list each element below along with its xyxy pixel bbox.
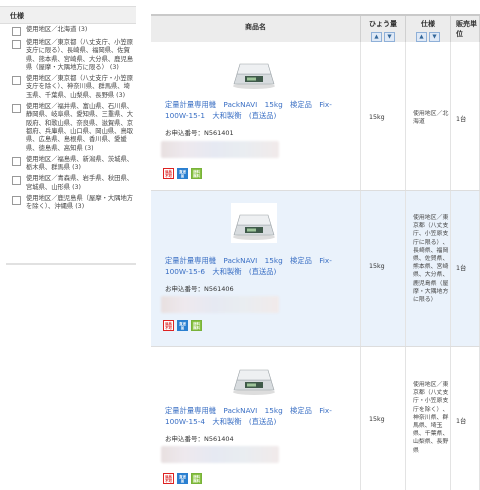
unit-cell: 1台 [451,191,480,346]
blurred-price-area [161,141,279,158]
product-cell: 定量計量専用機 PackNAVI 15kg 検定品 Fix-100W-15-1 … [151,42,361,190]
column-header-unit: 販売単位 [451,16,480,42]
filter-label[interactable]: 使用地区／青森県、岩手県、秋田県、宮城県、山形県 (3) [26,175,134,192]
spec-value: 使用地区／東京都（八丈支庁・小笠原支庁を除く）、神奈川県、群馬県、埼玉県、千葉県… [413,382,449,454]
free-shipping-badge: 送料無料 [191,320,202,331]
filter-checkbox[interactable] [12,156,21,166]
table-header: 商品名 ひょう量 ▲ ▼ 仕様 ▲ ▼ 販売単位 [151,14,480,42]
product-table: 商品名 ひょう量 ▲ ▼ 仕様 ▲ ▼ 販売単位 定量計量専用機 PackNAV… [151,14,480,490]
filter-item[interactable]: 使用地区／鹿児島県（屋摩・大隅地方を除く）、沖縄県 (3) [12,195,134,212]
unit-cell: 1台 [451,347,480,490]
column-header-spec: 仕様 ▲ ▼ [406,16,451,42]
badge-group: 返品不可 直送品 送料無料 [163,320,202,331]
order-number: お申込番号：N561406 [165,285,234,293]
blurred-price-area [161,296,279,313]
product-name-link[interactable]: 定量計量専用機 PackNAVI 15kg 検定品 Fix-100W-15-6 … [165,256,355,277]
scale-product-image[interactable] [231,358,277,398]
filter-item[interactable]: 使用地区／北海道 (3) [12,26,134,36]
direct-ship-badge: 直送品 [177,320,188,331]
filter-checkbox[interactable] [12,27,21,36]
column-header-capacity: ひょう量 ▲ ▼ [361,16,406,42]
filter-item[interactable]: 使用地区／福井県、富山県、石川県、静岡県、岐阜県、愛知県、三重県、大阪府、和歌山… [12,103,134,153]
filter-label[interactable]: 使用地区／北海道 (3) [26,26,87,34]
free-shipping-badge: 送料無料 [191,168,202,179]
badge-group: 返品不可 直送品 送料無料 [163,168,202,179]
unit-value: 1台 [456,116,467,123]
spec-filter-heading: 仕様 [0,6,136,24]
filter-checkbox[interactable] [12,76,21,86]
order-number: お申込番号：N561401 [165,129,234,137]
spec-filter-list: 使用地区／北海道 (3) 使用地区／東京都（八丈支庁、小笠原支庁に限る）、長崎県… [12,26,134,215]
sort-ascending-icon[interactable]: ▲ [416,32,427,42]
filter-item[interactable]: 使用地区／東京都（八丈支庁、小笠原支庁に限る）、長崎県、福岡県、佐賀県、熊本県、… [12,39,134,72]
capacity-value: 15kg [369,416,385,423]
no-return-badge: 返品不可 [163,168,174,179]
badge-group: 返品不可 直送品 送料無料 [163,473,202,484]
filter-item[interactable]: 使用地区／福島県、新潟県、茨城県、栃木県、群馬県 (3) [12,156,134,173]
filter-checkbox[interactable] [12,176,21,186]
column-header-name: 商品名 [151,16,361,42]
capacity-cell: 15kg [361,42,406,190]
unit-value: 1台 [456,265,467,272]
filter-label[interactable]: 使用地区／鹿児島県（屋摩・大隅地方を除く）、沖縄県 (3) [26,195,134,212]
filter-label[interactable]: 使用地区／福井県、富山県、石川県、静岡県、岐阜県、愛知県、三重県、大阪府、和歌山… [26,103,134,153]
unit-cell: 1台 [451,42,480,190]
no-return-badge: 返品不可 [163,320,174,331]
filter-item[interactable]: 使用地区／東京都（八丈支庁・小笠原支庁を除く）、神奈川県、群馬県、埼玉県、千葉県… [12,75,134,100]
direct-ship-badge: 直送品 [177,168,188,179]
capacity-cell: 15kg [361,191,406,346]
direct-ship-badge: 直送品 [177,473,188,484]
sort-ascending-icon[interactable]: ▲ [371,32,382,42]
spec-cell: 使用地区／東京都（八丈支庁、小笠原支庁に限る）、長崎県、福岡県、佐賀県、熊本県、… [406,191,451,346]
product-cell: 定量計量専用機 PackNAVI 15kg 検定品 Fix-100W-15-6 … [151,191,361,346]
free-shipping-badge: 送料無料 [191,473,202,484]
spec-cell: 使用地区／東京都（八丈支庁・小笠原支庁を除く）、神奈川県、群馬県、埼玉県、千葉県… [406,347,451,490]
product-name-link[interactable]: 定量計量専用機 PackNAVI 15kg 検定品 Fix-100W-15-4 … [165,406,355,427]
product-cell: 定量計量専用機 PackNAVI 15kg 検定品 Fix-100W-15-4 … [151,347,361,490]
filter-checkbox[interactable] [12,196,21,206]
capacity-cell: 15kg [361,347,406,490]
unit-value: 1台 [456,418,467,425]
filter-checkbox[interactable] [12,104,21,114]
table-row: 定量計量専用機 PackNAVI 15kg 検定品 Fix-100W-15-4 … [151,347,480,490]
filter-label[interactable]: 使用地区／福島県、新潟県、茨城県、栃木県、群馬県 (3) [26,156,134,173]
sort-descending-icon[interactable]: ▼ [384,32,395,42]
no-return-badge: 返品不可 [163,473,174,484]
capacity-value: 15kg [369,114,385,121]
table-row: 定量計量専用機 PackNAVI 15kg 検定品 Fix-100W-15-1 … [151,42,480,191]
order-number: お申込番号：N561404 [165,435,234,443]
table-row: 定量計量専用機 PackNAVI 15kg 検定品 Fix-100W-15-6 … [151,191,480,347]
capacity-sort-controls: ▲ ▼ [361,32,405,42]
product-name-link[interactable]: 定量計量専用機 PackNAVI 15kg 検定品 Fix-100W-15-1 … [165,100,355,121]
filter-label[interactable]: 使用地区／東京都（八丈支庁・小笠原支庁を除く）、神奈川県、群馬県、埼玉県、千葉県… [26,75,134,100]
column-header-spec-label: 仕様 [421,20,435,28]
sidebar-divider [6,263,136,265]
spec-value: 使用地区／北海道 [413,111,449,126]
spec-sort-controls: ▲ ▼ [406,32,450,42]
capacity-value: 15kg [369,263,385,270]
scale-product-image[interactable] [231,203,277,243]
spec-value: 使用地区／東京都（八丈支庁、小笠原支庁に限る）、長崎県、福岡県、佐賀県、熊本県、… [413,215,449,304]
blurred-price-area [161,446,279,463]
filter-item[interactable]: 使用地区／青森県、岩手県、秋田県、宮城県、山形県 (3) [12,175,134,192]
sort-descending-icon[interactable]: ▼ [429,32,440,42]
filter-checkbox[interactable] [12,40,21,49]
filter-label[interactable]: 使用地区／東京都（八丈支庁、小笠原支庁に限る）、長崎県、福岡県、佐賀県、熊本県、… [26,39,134,72]
filter-sidebar: 仕様 使用地区／北海道 (3) 使用地区／東京都（八丈支庁、小笠原支庁に限る）、… [0,0,136,490]
column-header-capacity-label: ひょう量 [369,20,397,28]
scale-product-image[interactable] [231,52,277,92]
spec-cell: 使用地区／北海道 [406,42,451,190]
